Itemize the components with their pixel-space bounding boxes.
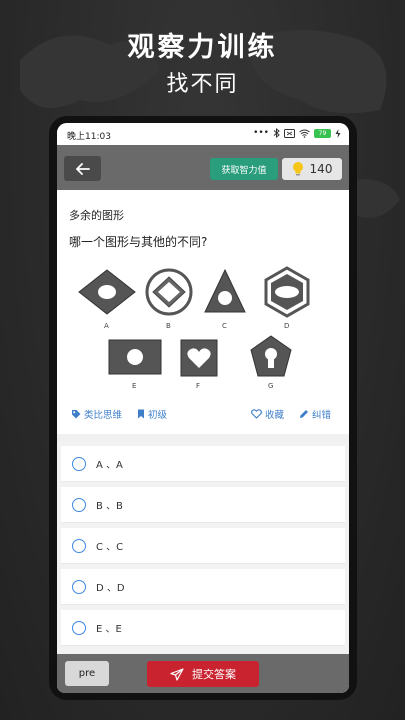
figure-a bbox=[78, 269, 136, 315]
report-label: 纠错 bbox=[312, 410, 332, 421]
intelligence-badge: 140 bbox=[282, 158, 342, 180]
bookmark-icon bbox=[138, 409, 144, 419]
radio-circle-icon[interactable] bbox=[72, 497, 86, 512]
status-bar: 晚上11:03 ••• 79 bbox=[57, 123, 349, 145]
figure-label-b: B bbox=[166, 322, 171, 330]
option-label: D 、D bbox=[96, 583, 125, 594]
question-text: 哪一个图形与其他的不同? bbox=[69, 235, 208, 249]
favorite-button[interactable]: 收藏 bbox=[251, 407, 284, 421]
radio-circle-icon[interactable] bbox=[72, 456, 86, 471]
battery-indicator: 79 bbox=[314, 128, 331, 138]
radio-circle-icon[interactable] bbox=[72, 538, 86, 553]
bottom-bar: pre 提交答案 bbox=[57, 654, 349, 693]
phone-screen: 晚上11:03 ••• 79 获取智力值 140 多余的图形 哪一个图形与其他的… bbox=[57, 123, 349, 693]
figure-label-a: A bbox=[104, 322, 109, 330]
status-time: 晚上11:03 bbox=[67, 132, 111, 142]
submit-answer-button[interactable]: 提交答案 bbox=[147, 661, 259, 687]
puzzle-figure: A B C D E F G bbox=[78, 266, 310, 390]
figure-f bbox=[180, 339, 218, 377]
option-c[interactable]: C 、C bbox=[61, 528, 345, 563]
option-d[interactable]: D 、D bbox=[61, 569, 345, 604]
heart-outline-icon bbox=[251, 409, 262, 419]
option-e[interactable]: E 、E bbox=[61, 610, 345, 645]
promo-title: 观察力训练 bbox=[127, 32, 278, 63]
pencil-icon bbox=[300, 410, 308, 418]
previous-button[interactable]: pre bbox=[65, 661, 109, 686]
question-meta-row: 类比思维 初级 收藏 纠错 bbox=[57, 407, 349, 427]
option-b[interactable]: B 、B bbox=[61, 487, 345, 522]
category-tag[interactable]: 类比思维 bbox=[71, 407, 122, 421]
more-dots-icon: ••• bbox=[253, 128, 269, 138]
submit-label: 提交答案 bbox=[192, 668, 236, 681]
promo-subtitle: 找不同 bbox=[166, 72, 239, 97]
wifi-icon bbox=[299, 129, 310, 138]
figure-label-g: G bbox=[268, 382, 273, 390]
option-label: C 、C bbox=[96, 542, 124, 553]
report-error-button[interactable]: 纠错 bbox=[299, 407, 331, 421]
option-label: E 、E bbox=[96, 624, 122, 635]
charging-icon bbox=[335, 128, 341, 138]
option-a[interactable]: A 、A bbox=[61, 446, 345, 481]
top-toolbar: 获取智力值 140 bbox=[57, 145, 349, 190]
favorite-label: 收藏 bbox=[265, 410, 285, 421]
figure-c bbox=[204, 268, 246, 313]
lightbulb-icon bbox=[292, 162, 303, 176]
level-tag: 初级 bbox=[137, 407, 167, 421]
figure-label-f: F bbox=[196, 382, 200, 390]
figure-label-d: D bbox=[284, 322, 289, 330]
option-label: B 、B bbox=[96, 501, 123, 512]
section-divider bbox=[57, 434, 349, 442]
get-intelligence-button[interactable]: 获取智力值 bbox=[210, 158, 278, 180]
figure-label-e: E bbox=[132, 382, 136, 390]
figure-e bbox=[108, 339, 162, 375]
sim-off-icon bbox=[284, 128, 295, 138]
figure-d bbox=[264, 266, 310, 318]
figure-g bbox=[250, 335, 292, 377]
radio-circle-icon[interactable] bbox=[72, 579, 86, 594]
back-button[interactable] bbox=[64, 156, 101, 181]
figure-b bbox=[145, 268, 193, 316]
bluetooth-icon bbox=[273, 128, 280, 138]
paper-plane-icon bbox=[170, 667, 184, 681]
category-label: 类比思维 bbox=[84, 410, 123, 421]
radio-circle-icon[interactable] bbox=[72, 620, 86, 635]
intelligence-value: 140 bbox=[309, 162, 333, 176]
option-label: A 、A bbox=[96, 460, 123, 471]
arrow-left-icon bbox=[75, 162, 90, 175]
level-label: 初级 bbox=[148, 410, 168, 421]
question-title: 多余的图形 bbox=[69, 209, 124, 222]
figure-label-c: C bbox=[222, 322, 227, 330]
tag-icon bbox=[72, 410, 81, 419]
